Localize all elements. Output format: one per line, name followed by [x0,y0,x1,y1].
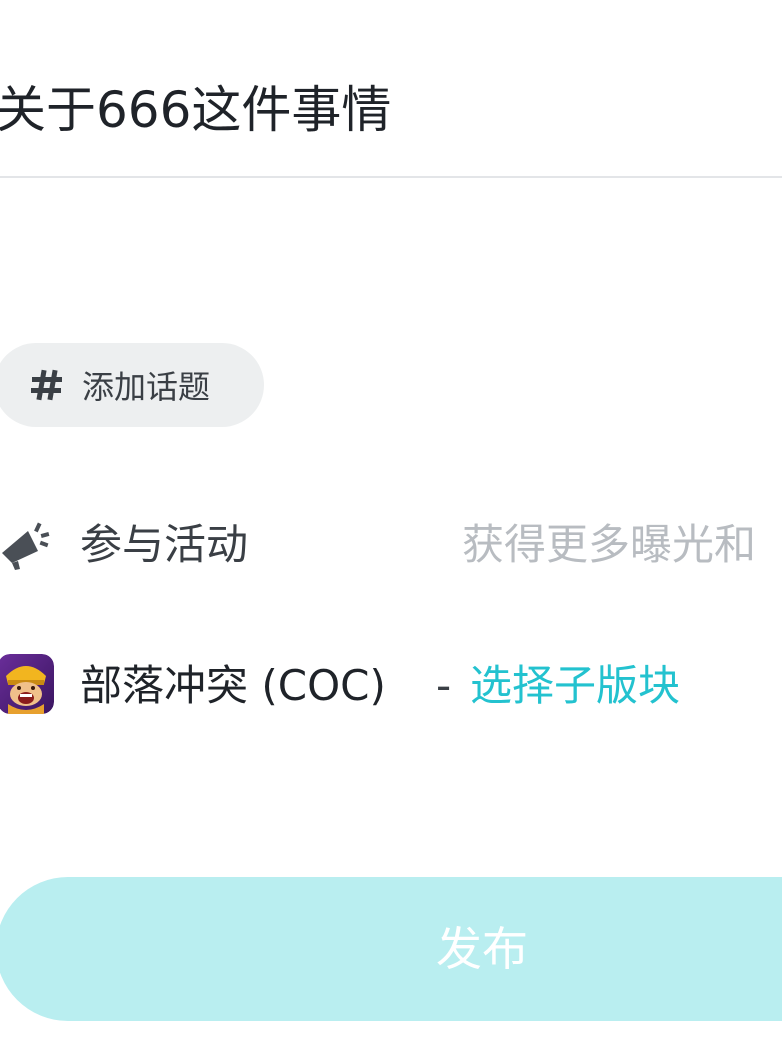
add-topic-button[interactable]: 添加话题 [0,343,264,427]
forum-separator: - [436,661,452,710]
title-divider [0,176,782,178]
join-activity-row[interactable]: 参与活动 获得更多曝光和 [0,505,782,585]
activity-hint-text: 获得更多曝光和 [462,520,757,569]
join-activity-label: 参与活动 [80,520,249,569]
choose-subforum-link[interactable]: 选择子版块 [470,648,680,724]
add-topic-label: 添加话题 [82,368,211,406]
hash-icon [31,369,62,401]
megaphone-icon [2,522,50,570]
post-editor-page: 关于666这件事情 添加话题 参与活动 获得更多曝光和 部落冲突 (COC) -… [0,0,782,1040]
forum-selector-row: 部落冲突 (COC) - 选择子版块 [0,648,782,724]
clash-of-clans-icon [0,654,54,714]
publish-button[interactable]: 发布 [0,877,782,1021]
publish-button-label: 发布 [436,923,528,975]
game-forum-name: 部落冲突 (COC) [80,661,386,710]
post-title-input[interactable]: 关于666这件事情 [0,70,776,150]
